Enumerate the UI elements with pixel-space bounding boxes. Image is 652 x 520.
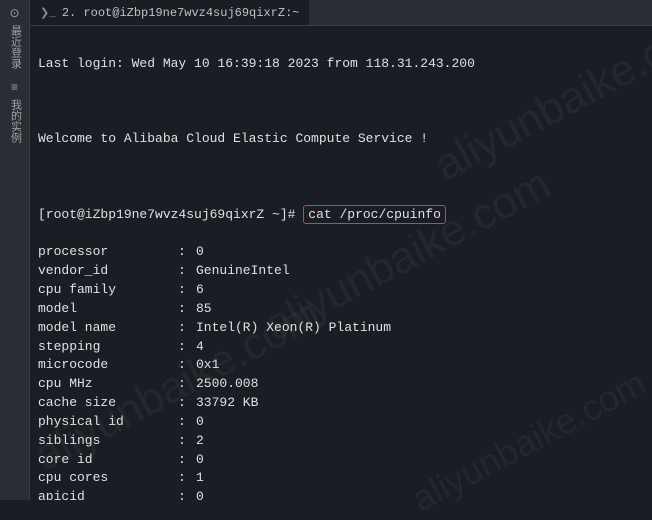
cpuinfo-value: GenuineIntel — [196, 262, 644, 281]
sidebar-item-label: 最近登录 — [7, 25, 23, 69]
cpuinfo-value: 0 — [196, 413, 644, 432]
cpuinfo-sep: : — [178, 319, 196, 338]
cpuinfo-row: processor: 0 — [38, 243, 644, 262]
cpuinfo-row: cpu MHz: 2500.008 — [38, 375, 644, 394]
sidebar-item-label: 我的实例 — [7, 99, 23, 143]
cpuinfo-row: siblings: 2 — [38, 432, 644, 451]
cpuinfo-sep: : — [178, 262, 196, 281]
cpuinfo-key: stepping — [38, 338, 178, 357]
cpuinfo-value: 85 — [196, 300, 644, 319]
cpuinfo-key: cpu family — [38, 281, 178, 300]
cpuinfo-row: cache size: 33792 KB — [38, 394, 644, 413]
titlebar: ❯_ 2. root@iZbp19ne7wvz4suj69qixrZ:~ — [30, 0, 652, 26]
cpuinfo-row: vendor_id: GenuineIntel — [38, 262, 644, 281]
cpuinfo-key: siblings — [38, 432, 178, 451]
cpuinfo-row: cpu family: 6 — [38, 281, 644, 300]
cpuinfo-key: physical id — [38, 413, 178, 432]
cpuinfo-sep: : — [178, 451, 196, 470]
cpuinfo-sep: : — [178, 469, 196, 488]
cpuinfo-key: model name — [38, 319, 178, 338]
entered-command: cat /proc/cpuinfo — [303, 205, 446, 224]
cpuinfo-sep: : — [178, 243, 196, 262]
sidebar-item-recent-login[interactable]: ⊙ 最近登录 — [7, 6, 23, 69]
cpuinfo-key: core id — [38, 451, 178, 470]
list-icon: ≡ — [11, 81, 18, 95]
terminal-output[interactable]: Last login: Wed May 10 16:39:18 2023 fro… — [30, 26, 652, 500]
cpuinfo-sep: : — [178, 488, 196, 500]
cpuinfo-row: model: 85 — [38, 300, 644, 319]
cpuinfo-value: 4 — [196, 338, 644, 357]
cpuinfo-row: model name: Intel(R) Xeon(R) Platinum — [38, 319, 644, 338]
cpuinfo-sep: : — [178, 432, 196, 451]
cpuinfo-row: core id: 0 — [38, 451, 644, 470]
cpuinfo-value: 2500.008 — [196, 375, 644, 394]
cpuinfo-value: 0 — [196, 451, 644, 470]
cpuinfo-value: 33792 KB — [196, 394, 644, 413]
blank-line — [38, 168, 644, 187]
cpuinfo-key: cpu MHz — [38, 375, 178, 394]
welcome-line: Welcome to Alibaba Cloud Elastic Compute… — [38, 130, 644, 149]
cpuinfo-key: apicid — [38, 488, 178, 500]
cpuinfo-row: cpu cores: 1 — [38, 469, 644, 488]
sidebar-item-my-instances[interactable]: ≡ 我的实例 — [7, 81, 23, 143]
cpuinfo-sep: : — [178, 300, 196, 319]
cpuinfo-key: microcode — [38, 356, 178, 375]
cpuinfo-key: processor — [38, 243, 178, 262]
cpuinfo-key: cpu cores — [38, 469, 178, 488]
cpuinfo-sep: : — [178, 394, 196, 413]
cpuinfo-sep: : — [178, 338, 196, 357]
session-tab[interactable]: ❯_ 2. root@iZbp19ne7wvz4suj69qixrZ:~ — [30, 0, 309, 25]
sidebar: ⊙ 最近登录 ≡ 我的实例 — [0, 0, 30, 500]
last-login-line: Last login: Wed May 10 16:39:18 2023 fro… — [38, 55, 644, 74]
cpuinfo-row: stepping: 4 — [38, 338, 644, 357]
cpuinfo-value: Intel(R) Xeon(R) Platinum — [196, 319, 644, 338]
cpuinfo-value: 0x1 — [196, 356, 644, 375]
blank-line — [38, 93, 644, 112]
cpuinfo-key: model — [38, 300, 178, 319]
cpuinfo-row: physical id: 0 — [38, 413, 644, 432]
cpuinfo-sep: : — [178, 413, 196, 432]
shell-prompt: [root@iZbp19ne7wvz4suj69qixrZ ~]# — [38, 207, 295, 222]
cpuinfo-key: cache size — [38, 394, 178, 413]
cpuinfo-value: 1 — [196, 469, 644, 488]
cpuinfo-key: vendor_id — [38, 262, 178, 281]
session-tab-title: 2. root@iZbp19ne7wvz4suj69qixrZ:~ — [62, 6, 300, 20]
cpuinfo-row: microcode: 0x1 — [38, 356, 644, 375]
cpuinfo-value: 6 — [196, 281, 644, 300]
terminal-icon: ❯_ — [40, 6, 56, 20]
prompt-line: [root@iZbp19ne7wvz4suj69qixrZ ~]# cat /p… — [38, 206, 644, 225]
cpuinfo-sep: : — [178, 356, 196, 375]
cpuinfo-value: 0 — [196, 488, 644, 500]
cpuinfo-value: 2 — [196, 432, 644, 451]
cpuinfo-sep: : — [178, 281, 196, 300]
cpuinfo-row: apicid: 0 — [38, 488, 644, 500]
cpuinfo-value: 0 — [196, 243, 644, 262]
clock-icon: ⊙ — [9, 6, 19, 21]
cpuinfo-sep: : — [178, 375, 196, 394]
